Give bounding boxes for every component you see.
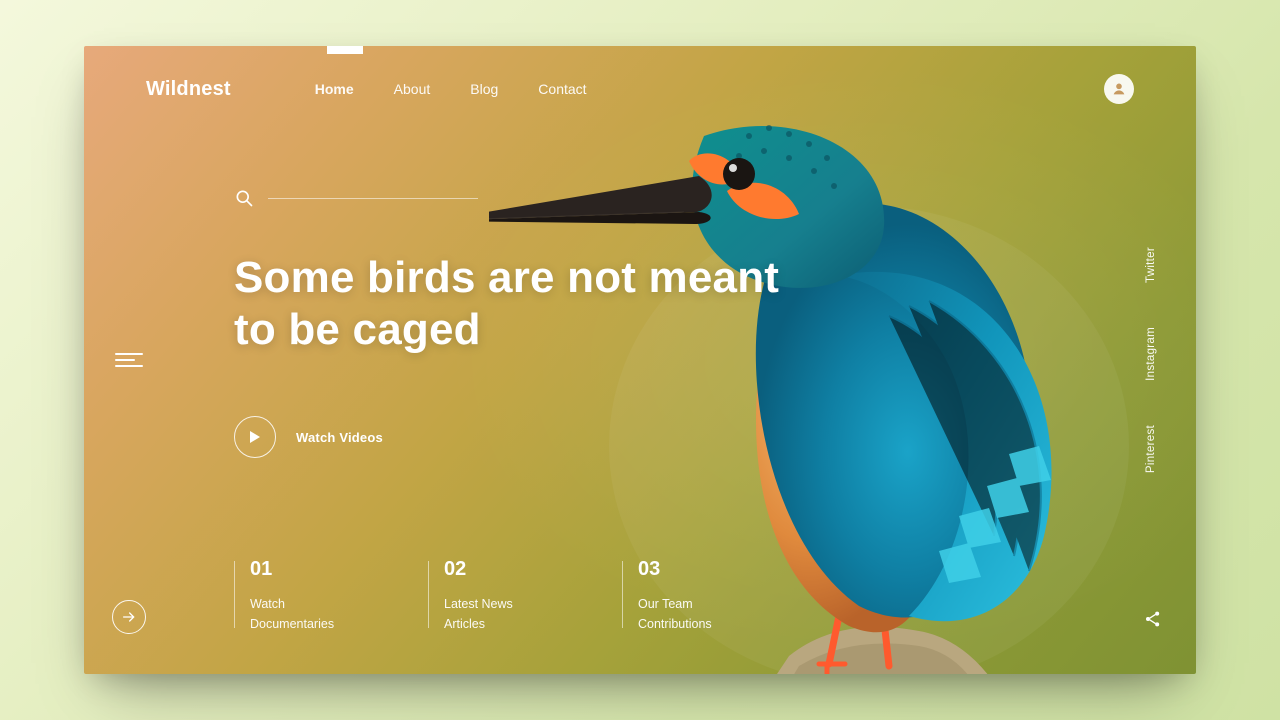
play-icon (234, 416, 276, 458)
feature-cards: 01 Watch Documentaries 02 Latest News Ar… (234, 558, 772, 634)
hero-stage: Wildnest Home About Blog Contact Some bi… (84, 46, 1196, 674)
left-rail (114, 46, 144, 674)
share-icon (1143, 609, 1163, 629)
arrow-right-icon (121, 609, 137, 625)
brand-logo[interactable]: Wildnest (146, 78, 231, 101)
account-button[interactable] (1104, 74, 1134, 104)
search-icon (234, 188, 254, 208)
avatar-icon (1111, 81, 1127, 97)
menu-button[interactable] (115, 349, 143, 371)
hero-line-2: to be caged (234, 305, 481, 354)
social-link-instagram[interactable]: Instagram (1145, 327, 1157, 381)
share-button[interactable] (1138, 604, 1168, 634)
card-line: Latest News (444, 595, 578, 614)
card-number: 02 (444, 558, 578, 581)
feature-card-team[interactable]: 03 Our Team Contributions (622, 558, 772, 634)
card-line: Documentaries (250, 615, 384, 634)
next-button[interactable] (112, 600, 146, 634)
card-line: Our Team (638, 595, 772, 614)
watch-videos-button[interactable]: Watch Videos (234, 416, 383, 458)
card-number: 01 (250, 558, 384, 581)
hero-title: Some birds are not meant to be caged (234, 252, 779, 356)
social-link-twitter[interactable]: Twitter (1145, 247, 1157, 283)
primary-nav: Home About Blog Contact (315, 81, 587, 97)
feature-card-news[interactable]: 02 Latest News Articles (428, 558, 578, 634)
card-line: Watch (250, 595, 384, 614)
watch-videos-label: Watch Videos (296, 430, 383, 445)
card-line: Articles (444, 615, 578, 634)
social-link-pinterest[interactable]: Pinterest (1145, 425, 1157, 473)
search-input[interactable] (268, 180, 478, 202)
header: Wildnest Home About Blog Contact (146, 74, 1134, 104)
right-rail: Twitter Instagram Pinterest (1136, 46, 1166, 674)
search (234, 188, 478, 208)
active-tab-marker (327, 46, 363, 54)
hero-line-1: Some birds are not meant (234, 253, 779, 302)
nav-item-contact[interactable]: Contact (538, 81, 586, 97)
card-number: 03 (638, 558, 772, 581)
card-line: Contributions (638, 615, 772, 634)
nav-item-blog[interactable]: Blog (470, 81, 498, 97)
nav-item-home[interactable]: Home (315, 81, 354, 97)
feature-card-documentaries[interactable]: 01 Watch Documentaries (234, 558, 384, 634)
nav-item-about[interactable]: About (394, 81, 431, 97)
